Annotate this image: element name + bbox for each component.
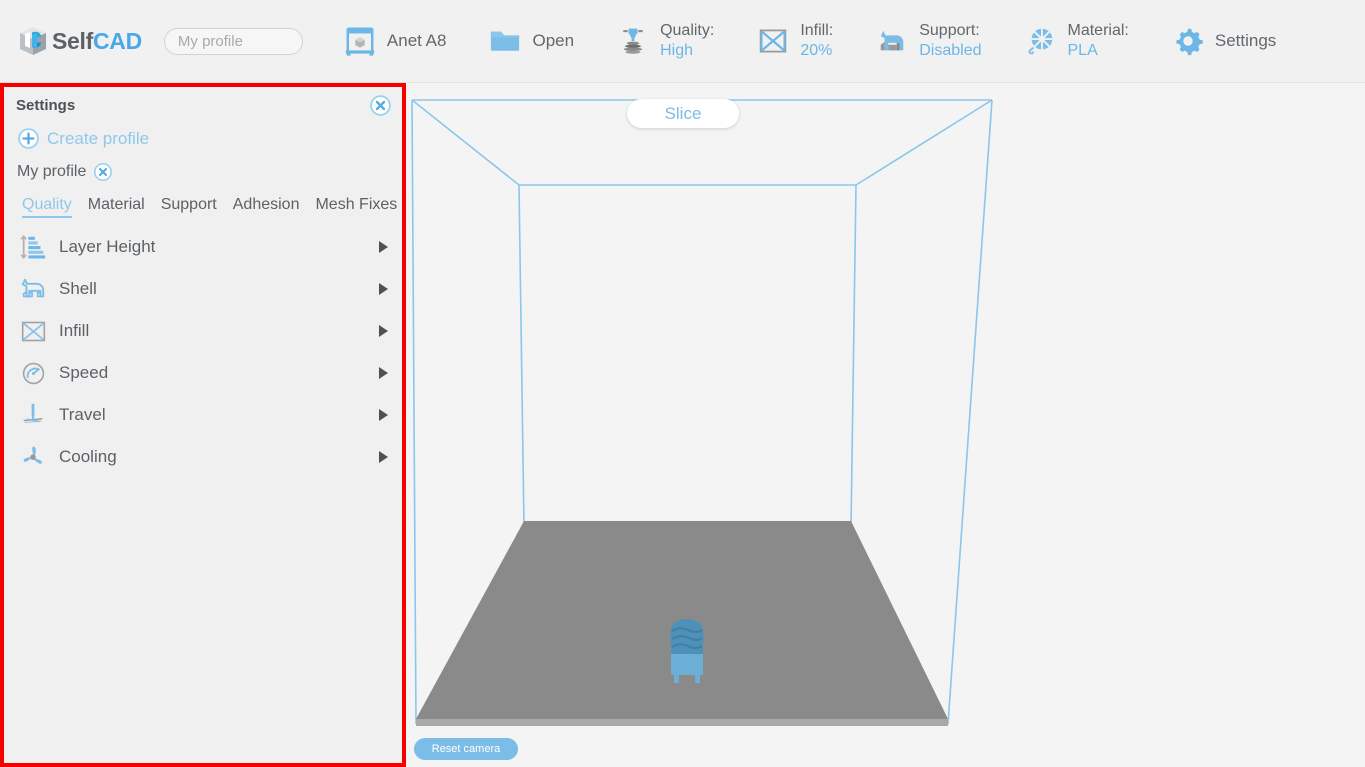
toolbar-item-infill-key: Infill: [800,22,834,40]
tab-mesh-fixes[interactable]: Mesh Fixes [315,196,397,216]
toolbar-item-support-key: Support: [919,22,980,40]
profile-name-input[interactable] [163,27,303,55]
create-profile-button[interactable]: Create profile [17,127,149,150]
toolbar-item-support-stack: Support: Disabled [919,21,981,60]
toolbar-item-support-value: Disabled [919,42,982,59]
nozzle-icon [616,24,650,58]
3d-model-object [670,619,704,683]
toolbar-item-printer[interactable]: Anet A8 [343,11,447,71]
logo-text-cad: CAD [92,27,142,54]
shell-dog-icon [18,274,48,304]
slice-button[interactable]: Slice [627,99,739,128]
logo-text-self: Self [52,27,93,54]
profile-entry-label: My profile [17,163,87,180]
cube-logo-icon [20,27,46,55]
chevron-right-icon[interactable] [379,409,388,421]
create-profile-label: Create profile [47,128,150,148]
settings-row-cooling-label: Cooling [59,447,117,466]
reset-camera-label: Reset camera [431,743,501,755]
chevron-right-icon[interactable] [379,367,388,379]
settings-row-cooling[interactable]: Cooling [4,436,402,478]
toolbar-item-open[interactable]: Open [488,11,574,71]
top-toolbar: SelfCAD Anet A8 [0,0,1365,83]
profile-remove-icon[interactable] [93,162,113,182]
toolbar-item-quality-value: High [660,42,693,59]
plus-circle-icon [17,127,40,150]
settings-row-speed-label: Speed [59,363,109,382]
printer-icon [343,24,377,58]
tab-quality[interactable]: Quality [22,196,72,218]
folder-icon [488,24,522,58]
toolbar-item-quality[interactable]: Quality: High [616,11,714,71]
tab-material[interactable]: Material [88,196,145,216]
settings-row-layer-height[interactable]: Layer Height [4,226,402,268]
settings-row-shell[interactable]: Shell [4,268,402,310]
toolbar-item-quality-stack: Quality: High [660,21,714,60]
tab-adhesion[interactable]: Adhesion [233,196,300,216]
layer-height-icon [18,232,48,262]
selfcad-slicer-app: SelfCAD Anet A8 [0,0,1365,767]
slice-button-label: Slice [664,103,702,123]
speedometer-icon [18,358,48,388]
settings-list: Layer Height Shell Infill Speed Travel C… [4,226,402,478]
settings-row-layer-height-label: Layer Height [59,237,156,256]
infill-icon [18,316,48,346]
toolbar-item-material-key: Material: [1067,22,1129,40]
build-plate-edge [416,719,948,726]
settings-panel: Settings Create profile My profile Quali… [0,83,406,767]
settings-row-shell-label: Shell [59,279,97,298]
settings-panel-title: Settings [16,97,76,114]
toolbar-item-settings-label: Settings [1214,31,1277,50]
3d-viewport[interactable]: Slice Reset camera [406,83,1365,767]
toolbar-item-material-stack: Material: PLA [1068,21,1129,60]
toolbar-item-printer-label: Anet A8 [386,31,447,50]
toolbar-item-material-value: PLA [1067,42,1098,59]
chevron-right-icon[interactable] [379,325,388,337]
selfcad-logo[interactable]: SelfCAD [16,24,142,58]
settings-tabs: Quality Material Support Adhesion Mesh F… [22,196,397,218]
infill-icon [756,24,790,58]
settings-row-infill-label: Infill [59,321,90,340]
gear-icon [1171,24,1205,58]
profile-entry: My profile [17,162,113,182]
chevron-right-icon[interactable] [379,241,388,253]
close-circle-icon[interactable] [369,94,392,117]
build-volume-scene [411,99,993,726]
settings-row-travel-label: Travel [59,405,106,424]
toolbar-item-open-label: Open [532,31,575,50]
fan-icon [18,442,48,472]
tab-support[interactable]: Support [161,196,217,216]
toolbar-item-support[interactable]: Support: Disabled [875,11,982,71]
toolbar-item-infill-stack: Infill: 20% [800,21,833,60]
toolbar-item-material[interactable]: Material: PLA [1024,11,1129,71]
chevron-right-icon[interactable] [379,451,388,463]
logo-text: SelfCAD [52,28,142,55]
chevron-right-icon[interactable] [379,283,388,295]
toolbar-item-infill[interactable]: Infill: 20% [756,11,833,71]
toolbar-item-settings[interactable]: Settings [1171,11,1276,71]
settings-row-travel[interactable]: Travel [4,394,402,436]
material-icon [1024,24,1058,58]
toolbar-item-quality-key: Quality: [660,22,715,40]
toolbar-item-infill-value: 20% [800,42,833,59]
support-icon [875,24,909,58]
reset-camera-button[interactable]: Reset camera [414,738,518,760]
travel-nozzle-icon [18,400,48,430]
settings-row-speed[interactable]: Speed [4,352,402,394]
settings-row-infill[interactable]: Infill [4,310,402,352]
